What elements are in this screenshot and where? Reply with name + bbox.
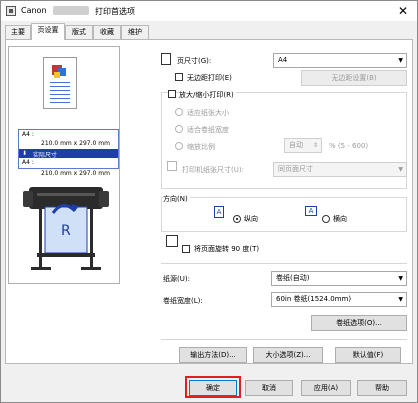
page-size-select[interactable]: A4 ▼ xyxy=(273,53,407,68)
size-info-name: A4 : xyxy=(22,131,34,138)
borderless-label: 无边距打印(E) xyxy=(187,74,232,82)
roll-width-value: 60in 卷纸(1524.0mm) xyxy=(276,295,352,303)
actual-size-label: 实际尺寸 xyxy=(33,152,58,159)
spin-arrows-icon: ⇕ xyxy=(312,142,318,149)
page-size-value: A4 xyxy=(278,56,288,64)
scale-value: 自动 xyxy=(289,141,303,149)
landscape-icon: A xyxy=(305,206,317,216)
size-info-dimensions: 210.0 mm x 297.0 mm xyxy=(41,140,110,147)
print-preferences-window: Canon 打印首选项 ✕ 主要 页设置 版式 收藏 维护 A4 : 210.0… xyxy=(0,0,418,403)
page-size-label: 页尺寸(G): xyxy=(177,57,212,65)
roll-width-select[interactable]: 60in 卷纸(1524.0mm) ▼ xyxy=(271,292,407,307)
landscape-radio[interactable] xyxy=(322,215,330,223)
svg-text:R: R xyxy=(61,223,71,239)
output-size-dimensions: 210.0 mm x 297.0 mm xyxy=(41,170,110,177)
fit-paper-radio[interactable] xyxy=(175,108,183,116)
text-line xyxy=(50,102,70,103)
roll-options-button[interactable]: 卷纸选项(O)... xyxy=(311,315,407,331)
printer-illustration: R xyxy=(23,187,109,270)
landscape-label: 横向 xyxy=(333,215,347,223)
rotate-checkbox[interactable] xyxy=(182,245,190,253)
output-size-name: A4 : xyxy=(22,159,34,166)
text-line xyxy=(50,98,70,99)
fit-paper-label: 适应纸张大小 xyxy=(187,109,229,117)
help-button[interactable]: 帮助 xyxy=(357,380,407,396)
text-line xyxy=(50,82,70,83)
text-line xyxy=(50,86,70,87)
text-line xyxy=(50,94,70,95)
fit-roll-width-label: 适合卷纸宽度 xyxy=(187,126,229,134)
chevron-down-icon: ▼ xyxy=(398,296,403,303)
output-size-label: 打印机纸张尺寸(U): xyxy=(182,166,244,174)
defaults-button[interactable]: 默认值(F) xyxy=(335,347,401,363)
size-options-button[interactable]: 大小选项(Z)... xyxy=(253,347,323,363)
output-size-icon xyxy=(167,161,177,171)
tab-maintenance[interactable]: 维护 xyxy=(121,25,149,39)
paper-source-select[interactable]: 卷纸(自动) ▼ xyxy=(271,271,407,286)
text-line xyxy=(50,90,70,91)
close-button[interactable]: ✕ xyxy=(389,1,417,21)
chevron-down-icon: ▼ xyxy=(398,166,403,173)
divider xyxy=(161,339,407,340)
logo-yellow-square xyxy=(54,72,60,78)
fit-roll-width-radio[interactable] xyxy=(175,125,183,133)
scale-radio[interactable] xyxy=(175,142,183,150)
scaled-print-checkbox[interactable] xyxy=(168,90,176,98)
scale-label: 缩放比例 xyxy=(187,143,215,151)
roll-width-label: 卷纸宽度(L): xyxy=(163,297,203,305)
scale-range-label: % (5 - 600) xyxy=(329,142,369,150)
size-info-box: A4 : 210.0 mm x 297.0 mm ⬇ 实际尺寸 A4 : xyxy=(18,129,119,169)
apply-button[interactable]: 应用(A) xyxy=(301,380,351,396)
tab-layout[interactable]: 版式 xyxy=(65,25,93,39)
output-size-select[interactable]: 同页面尺寸 ▼ xyxy=(273,162,407,177)
document-preview xyxy=(43,57,77,109)
down-arrow-icon: ⬇ xyxy=(22,150,28,157)
output-size-value: 同页面尺寸 xyxy=(278,165,313,173)
borderless-settings-button[interactable]: 无边距设置(B) xyxy=(301,70,407,86)
paper-source-value: 卷纸(自动) xyxy=(276,274,310,282)
tab-main[interactable]: 主要 xyxy=(5,25,31,39)
page-size-icon xyxy=(161,53,171,65)
rotate-page-icon xyxy=(166,235,178,247)
portrait-icon: A xyxy=(214,206,224,218)
window-title-prefix: Canon xyxy=(21,6,47,15)
actual-size-indicator: ⬇ 实际尺寸 xyxy=(19,149,118,159)
window-title-suffix: 打印首选项 xyxy=(95,7,135,16)
cancel-button[interactable]: 取消 xyxy=(245,380,293,396)
portrait-label: 纵向 xyxy=(244,215,258,223)
scale-value-input[interactable]: 自动 ⇕ xyxy=(284,138,322,153)
output-method-button[interactable]: 输出方法(D)... xyxy=(179,347,247,363)
divider xyxy=(161,263,407,264)
orientation-label: 方向(N) xyxy=(163,194,190,204)
orientation-group xyxy=(161,197,407,232)
title-bar: Canon 打印首选项 ✕ xyxy=(1,1,417,21)
scaled-print-label: 放大/缩小打印(R) xyxy=(179,90,236,100)
portrait-radio[interactable] xyxy=(233,215,241,223)
chevron-down-icon: ▼ xyxy=(398,57,403,64)
paper-source-label: 纸源(U): xyxy=(163,275,190,283)
rotate-label: 将页面旋转 90 度(T) xyxy=(194,245,260,253)
printer-app-icon xyxy=(6,6,16,16)
redacted-printer-name xyxy=(53,6,89,15)
borderless-checkbox[interactable] xyxy=(175,73,183,81)
chevron-down-icon: ▼ xyxy=(398,275,403,282)
tab-favorites[interactable]: 收藏 xyxy=(93,25,121,39)
tab-page-setup[interactable]: 页设置 xyxy=(31,23,65,40)
ok-button[interactable]: 确定 xyxy=(189,380,237,396)
